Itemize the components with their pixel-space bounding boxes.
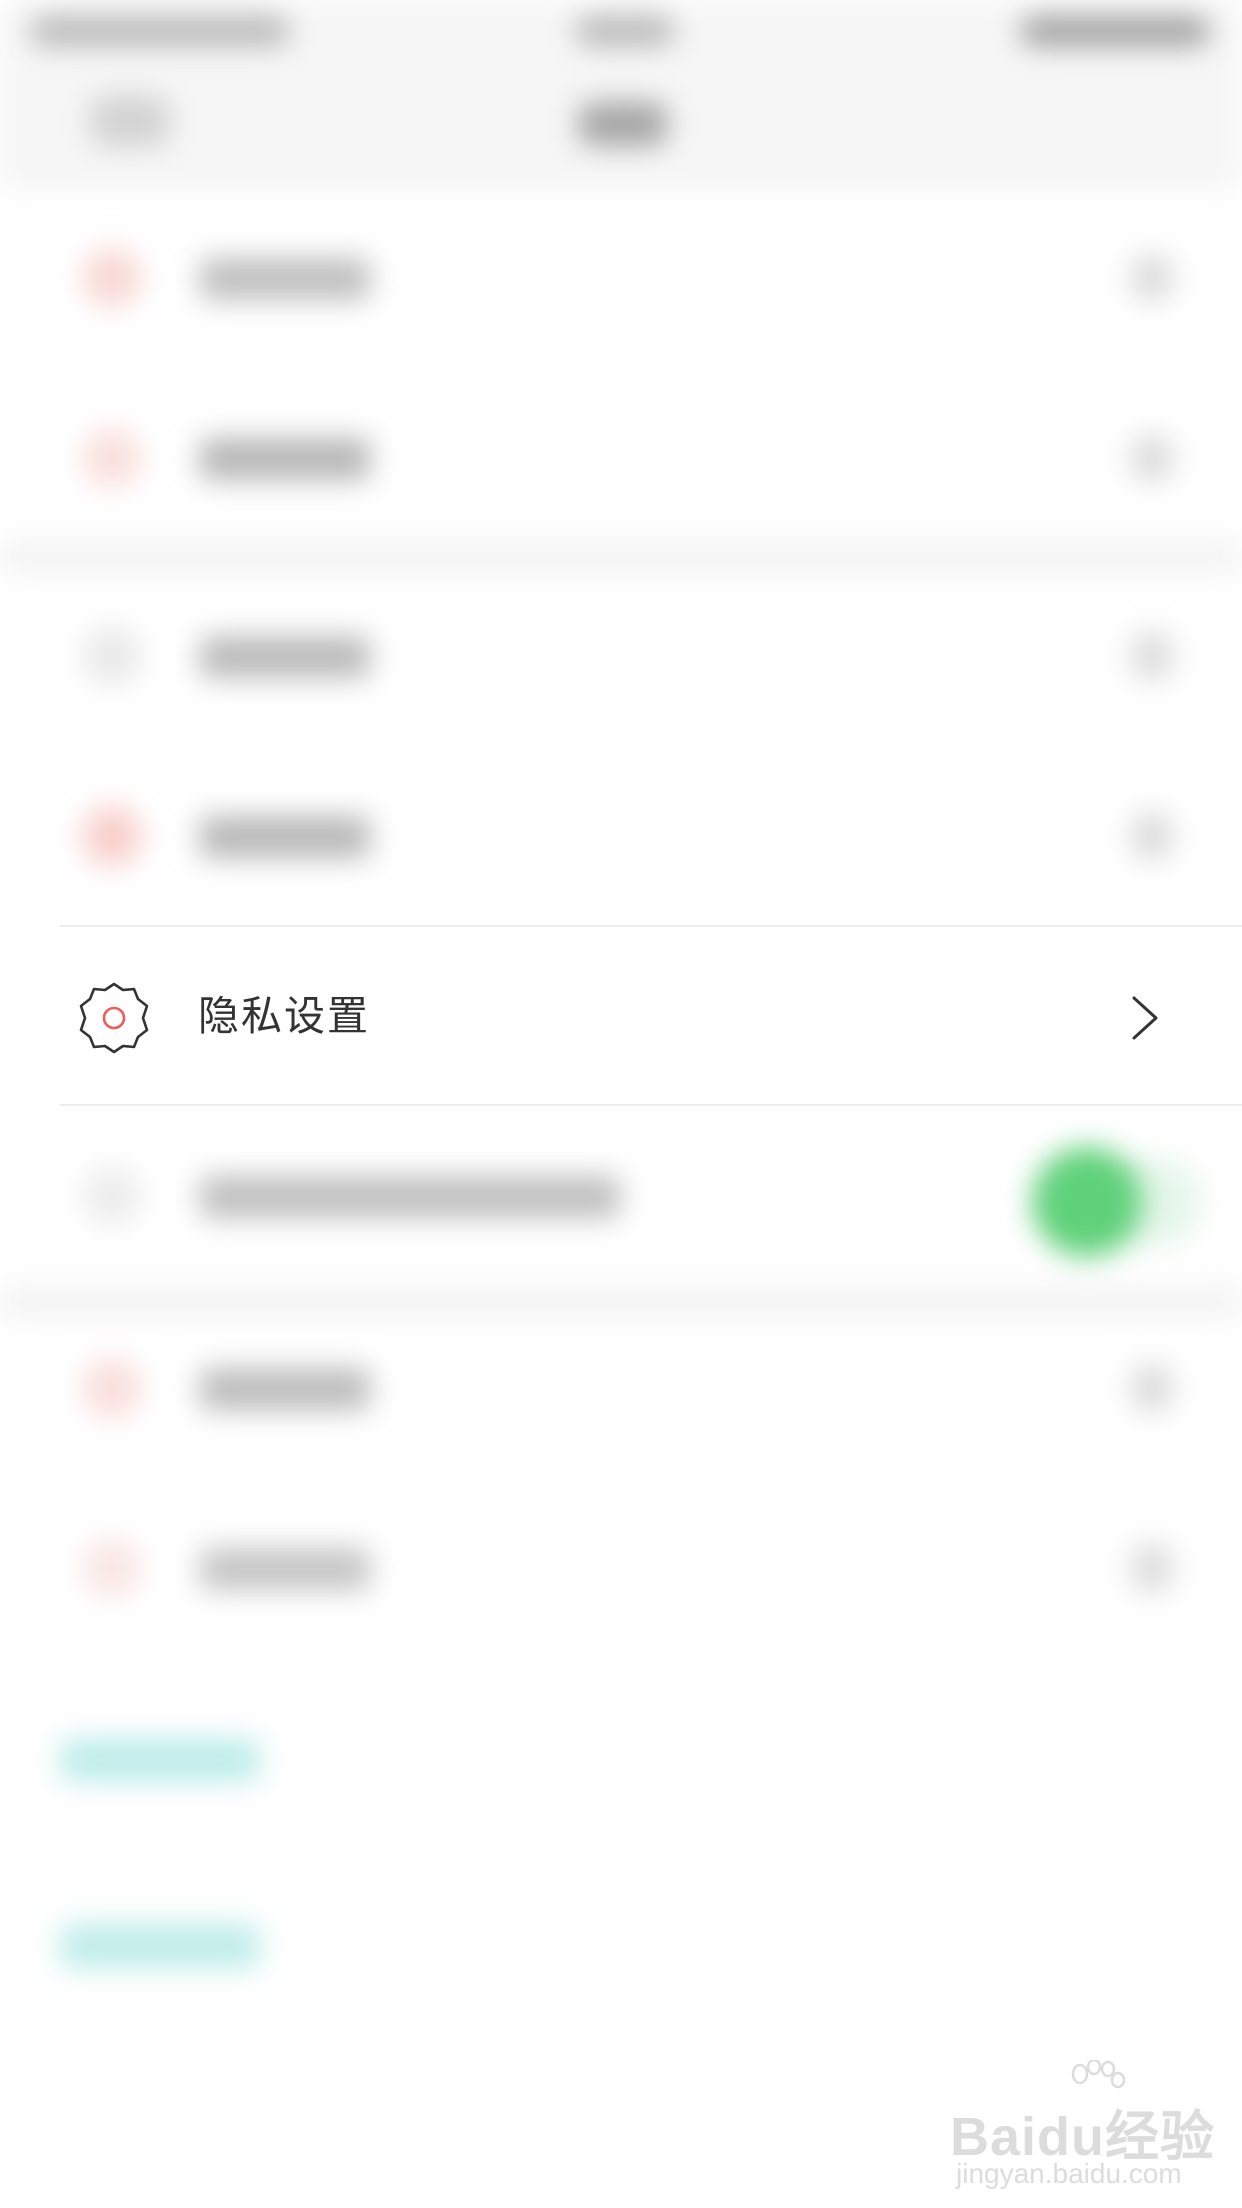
link-text xyxy=(60,1738,260,1782)
list-item xyxy=(0,190,1242,370)
privacy-settings-label: 隐私设置 xyxy=(198,992,370,1040)
list-item xyxy=(0,1300,1242,1480)
divider xyxy=(60,1104,1242,1106)
privacy-settings-row[interactable]: 隐私设置 xyxy=(0,928,1242,1104)
toggle-switch xyxy=(1032,1147,1202,1257)
baidu-watermark: Baidu经验 jingyan.baidu.com xyxy=(950,2060,1214,2200)
list-item xyxy=(0,568,1242,748)
list-item xyxy=(0,370,1242,550)
watermark-url: jingyan.baidu.com xyxy=(956,2158,1182,2189)
list-item xyxy=(0,748,1242,928)
list-item xyxy=(0,1108,1242,1288)
divider xyxy=(60,925,1242,927)
gear-icon xyxy=(79,982,149,1054)
status-bar xyxy=(0,0,1242,190)
chevron-right-icon xyxy=(1132,996,1158,1040)
list-item xyxy=(0,1480,1242,1660)
link-text xyxy=(60,1924,260,1968)
